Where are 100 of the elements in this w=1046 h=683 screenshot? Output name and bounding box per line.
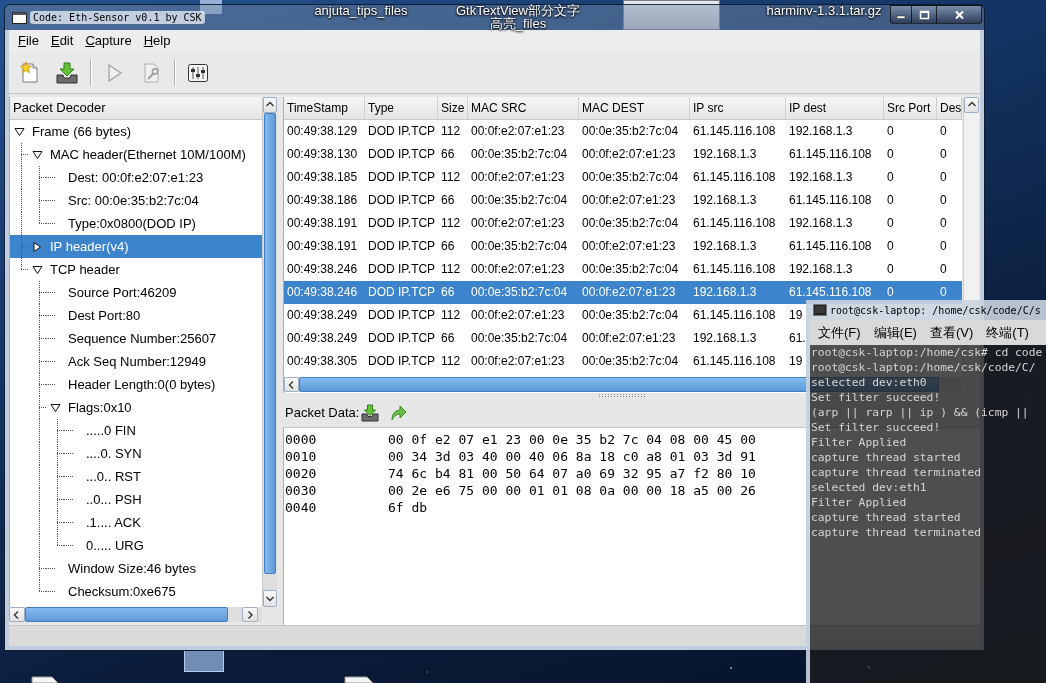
terminal-line: selected dev:eth1 <box>811 480 927 495</box>
tree-item[interactable]: Dest Port:80 <box>10 304 262 327</box>
tree-item[interactable]: Source Port:46209 <box>10 281 262 304</box>
table-cell-text: 66 <box>440 284 456 301</box>
scroll-right-button[interactable] <box>242 607 258 622</box>
tree-item[interactable]: Ack Seq Number:12949 <box>10 350 262 373</box>
table-row[interactable]: 00:49:38.191 DOD IP.TCP 112 00:0f:e2:07:e1:23 00:0e:35:b2:7c:04 61.145.116.108 192.168.1.3 0 0 <box>284 212 962 235</box>
tree-item[interactable]: .....0 FIN <box>10 419 262 442</box>
desktop-icon-tile[interactable] <box>184 651 224 672</box>
table-cell-text: 00:0f:e2:07:e1:23 <box>581 146 677 163</box>
tree-item[interactable]: TCP header <box>10 258 262 281</box>
column-header[interactable]: Des <box>937 97 962 119</box>
desktop-icon-label[interactable]: harminv-1.3.1.tar.gz <box>760 4 888 17</box>
menu-item[interactable]: Edit <box>44 32 80 50</box>
column-header[interactable]: Src Port <box>884 97 937 119</box>
table-cell-text: 00:49:38.186 <box>286 192 359 209</box>
terminal-icon <box>813 304 827 316</box>
table-row[interactable]: 00:49:38.186 DOD IP.TCP 66 00:0e:35:b2:7c:04 00:0f:e2:07:e1:23 192.168.1.3 61.145.116.108 0 0 <box>284 189 962 212</box>
menu-item[interactable]: 查看(V) <box>929 323 974 342</box>
image-thumbnail[interactable] <box>623 0 720 30</box>
terminal-line: Filter Applied <box>811 435 907 450</box>
table-row[interactable]: 00:49:38.305 DOD IP.TCP 112 00:0f:e2:07:e1:23 00:0e:35:b2:7c:04 61.145.116.108 19 <box>284 350 803 373</box>
table-cell-text: 00:0e:35:b2:7c:04 <box>581 123 680 140</box>
tree-expander-icon[interactable] <box>13 126 25 137</box>
column-header[interactable]: IP dest <box>786 97 884 119</box>
scrollbar[interactable] <box>9 607 262 622</box>
hex-offset: 0010 <box>285 448 318 465</box>
tree-item[interactable]: Src: 00:0e:35:b2:7c:04 <box>10 189 262 212</box>
column-header[interactable]: MAC SRC <box>468 97 579 119</box>
tree-item[interactable]: Type:0x0800(DOD IP) <box>10 212 262 235</box>
table-cell-text: 61. <box>788 330 806 347</box>
column-header[interactable]: MAC DEST <box>579 97 690 119</box>
packet-data-label: Packet Data: <box>285 405 360 420</box>
scroll-down-button[interactable] <box>263 590 277 607</box>
table-cell-text: 00:0e:35:b2:7c:04 <box>581 169 680 186</box>
table-row[interactable]: 00:49:38.185 DOD IP.TCP 112 00:0f:e2:07:e1:23 00:0e:35:b2:7c:04 61.145.116.108 192.168.1.3 0 0 <box>284 166 962 189</box>
tree-expander-icon[interactable] <box>31 149 43 160</box>
menu-item[interactable]: 文件(F) <box>818 323 861 342</box>
menu-item[interactable]: 编辑(E) <box>873 323 917 342</box>
table-cell-text: 61.145.116.108 <box>692 353 777 370</box>
tree-item[interactable]: Header Length:0(0 bytes) <box>10 373 262 396</box>
table-cell-text: 00:49:38.246 <box>286 284 359 301</box>
table-row[interactable]: 00:49:38.246 DOD IP.TCP 66 00:0e:35:b2:7c:04 00:0f:e2:07:e1:23 192.168.1.3 61.145.116.108 0 0 <box>284 281 962 304</box>
hex-offset: 0000 <box>285 431 318 448</box>
table-row[interactable]: 00:49:38.249 DOD IP.TCP 66 00:0e:35:b2:7c:04 00:0f:e2:07:e1:23 192.168.1.3 61. <box>284 327 806 350</box>
close-button[interactable] <box>937 5 982 24</box>
terminal-line: root@csk-laptop:/home/csk/code/C/ <box>811 360 1036 375</box>
tree-expander-icon[interactable] <box>49 402 61 413</box>
table-row[interactable]: 00:49:38.129 DOD IP.TCP 112 00:0f:e2:07:e1:23 00:0e:35:b2:7c:04 61.145.116.108 192.168.1.3 0 0 <box>284 120 962 143</box>
table-cell-text: 00:0f:e2:07:e1:23 <box>470 307 566 324</box>
column-header[interactable]: Type <box>365 97 438 119</box>
table-cell-text: 0 <box>939 192 948 209</box>
close-icon <box>953 9 965 20</box>
tree-item[interactable]: MAC header(Ethernet 10M/100M) <box>10 143 262 166</box>
table-row[interactable]: 00:49:38.246 DOD IP.TCP 112 00:0f:e2:07:e1:23 00:0e:35:b2:7c:04 61.145.116.108 192.168.1.3 0 0 <box>284 258 962 281</box>
menu-item[interactable]: Capture <box>79 32 138 50</box>
scroll-left-button[interactable] <box>284 377 299 392</box>
scroll-up-button[interactable] <box>263 97 277 113</box>
tree-expander-icon[interactable] <box>31 241 43 252</box>
table-row[interactable]: 00:49:38.130 DOD IP.TCP 66 00:0e:35:b2:7c:04 00:0f:e2:07:e1:23 192.168.1.3 61.145.116.108 0 0 <box>284 143 962 166</box>
tree-item[interactable]: ....0. SYN <box>10 442 262 465</box>
tree-item[interactable]: Window Size:46 bytes <box>10 557 262 580</box>
scroll-up-button[interactable] <box>964 97 979 113</box>
column-header[interactable]: Size <box>438 97 468 119</box>
minimize-button[interactable] <box>890 5 912 24</box>
tree-item[interactable]: ..0... PSH <box>10 488 262 511</box>
table-cell-text: 0 <box>939 261 948 278</box>
table-cell-text: 00:0f:e2:07:e1:23 <box>470 169 566 186</box>
tree-item[interactable]: Frame (66 bytes) <box>10 120 262 143</box>
menu-item[interactable]: File <box>12 32 45 50</box>
tree-item[interactable]: Checksum:0xe675 <box>10 580 262 603</box>
table-cell-text: 00:49:38.305 <box>286 353 359 370</box>
table-cell-text: 00:0f:e2:07:e1:23 <box>470 215 566 232</box>
column-header[interactable]: IP src <box>690 97 786 119</box>
scrollbar-thumb[interactable] <box>25 607 228 622</box>
menu-item[interactable]: Help <box>137 32 177 50</box>
tree-item[interactable]: Flags:0x10 <box>10 396 262 419</box>
tree-expander-icon[interactable] <box>31 264 43 275</box>
scrollbar[interactable] <box>262 97 277 607</box>
column-header[interactable]: TimeStamp <box>284 97 365 119</box>
table-cell-text: 61.145.116.108 <box>692 123 777 140</box>
desktop-icon-label[interactable]: anjuta_tips_files <box>305 4 417 17</box>
tree-item[interactable]: Sequence Number:25607 <box>10 327 262 350</box>
maximize-button[interactable] <box>912 5 937 24</box>
menu-item[interactable]: 终端(T) <box>986 323 1029 342</box>
scrollbar-thumb[interactable] <box>264 113 276 574</box>
scroll-left-button[interactable] <box>9 607 25 622</box>
tree-item[interactable]: .1.... ACK <box>10 511 262 534</box>
table-cell-text: 00:49:38.249 <box>286 330 359 347</box>
tree-item[interactable]: ...0.. RST <box>10 465 262 488</box>
table-cell-text: DOD IP.TCP <box>367 146 437 163</box>
tree-item[interactable]: Dest: 00:0f:e2:07:e1:23 <box>10 166 262 189</box>
toolbar-button[interactable] <box>360 401 381 424</box>
table-cell-text: 112 <box>440 307 462 324</box>
table-cell-text: 00:0f:e2:07:e1:23 <box>581 284 677 301</box>
table-row[interactable]: 00:49:38.249 DOD IP.TCP 112 00:0f:e2:07:e1:23 00:0e:35:b2:7c:04 61.145.116.108 19 <box>284 304 803 327</box>
tree-item[interactable]: IP header(v4) <box>10 235 262 258</box>
table-cell-text: 00:49:38.191 <box>286 238 359 255</box>
tree-item[interactable]: 0..... URG <box>10 534 262 557</box>
table-row[interactable]: 00:49:38.191 DOD IP.TCP 66 00:0e:35:b2:7c:04 00:0f:e2:07:e1:23 192.168.1.3 61.145.116.108 0 0 <box>284 235 962 258</box>
